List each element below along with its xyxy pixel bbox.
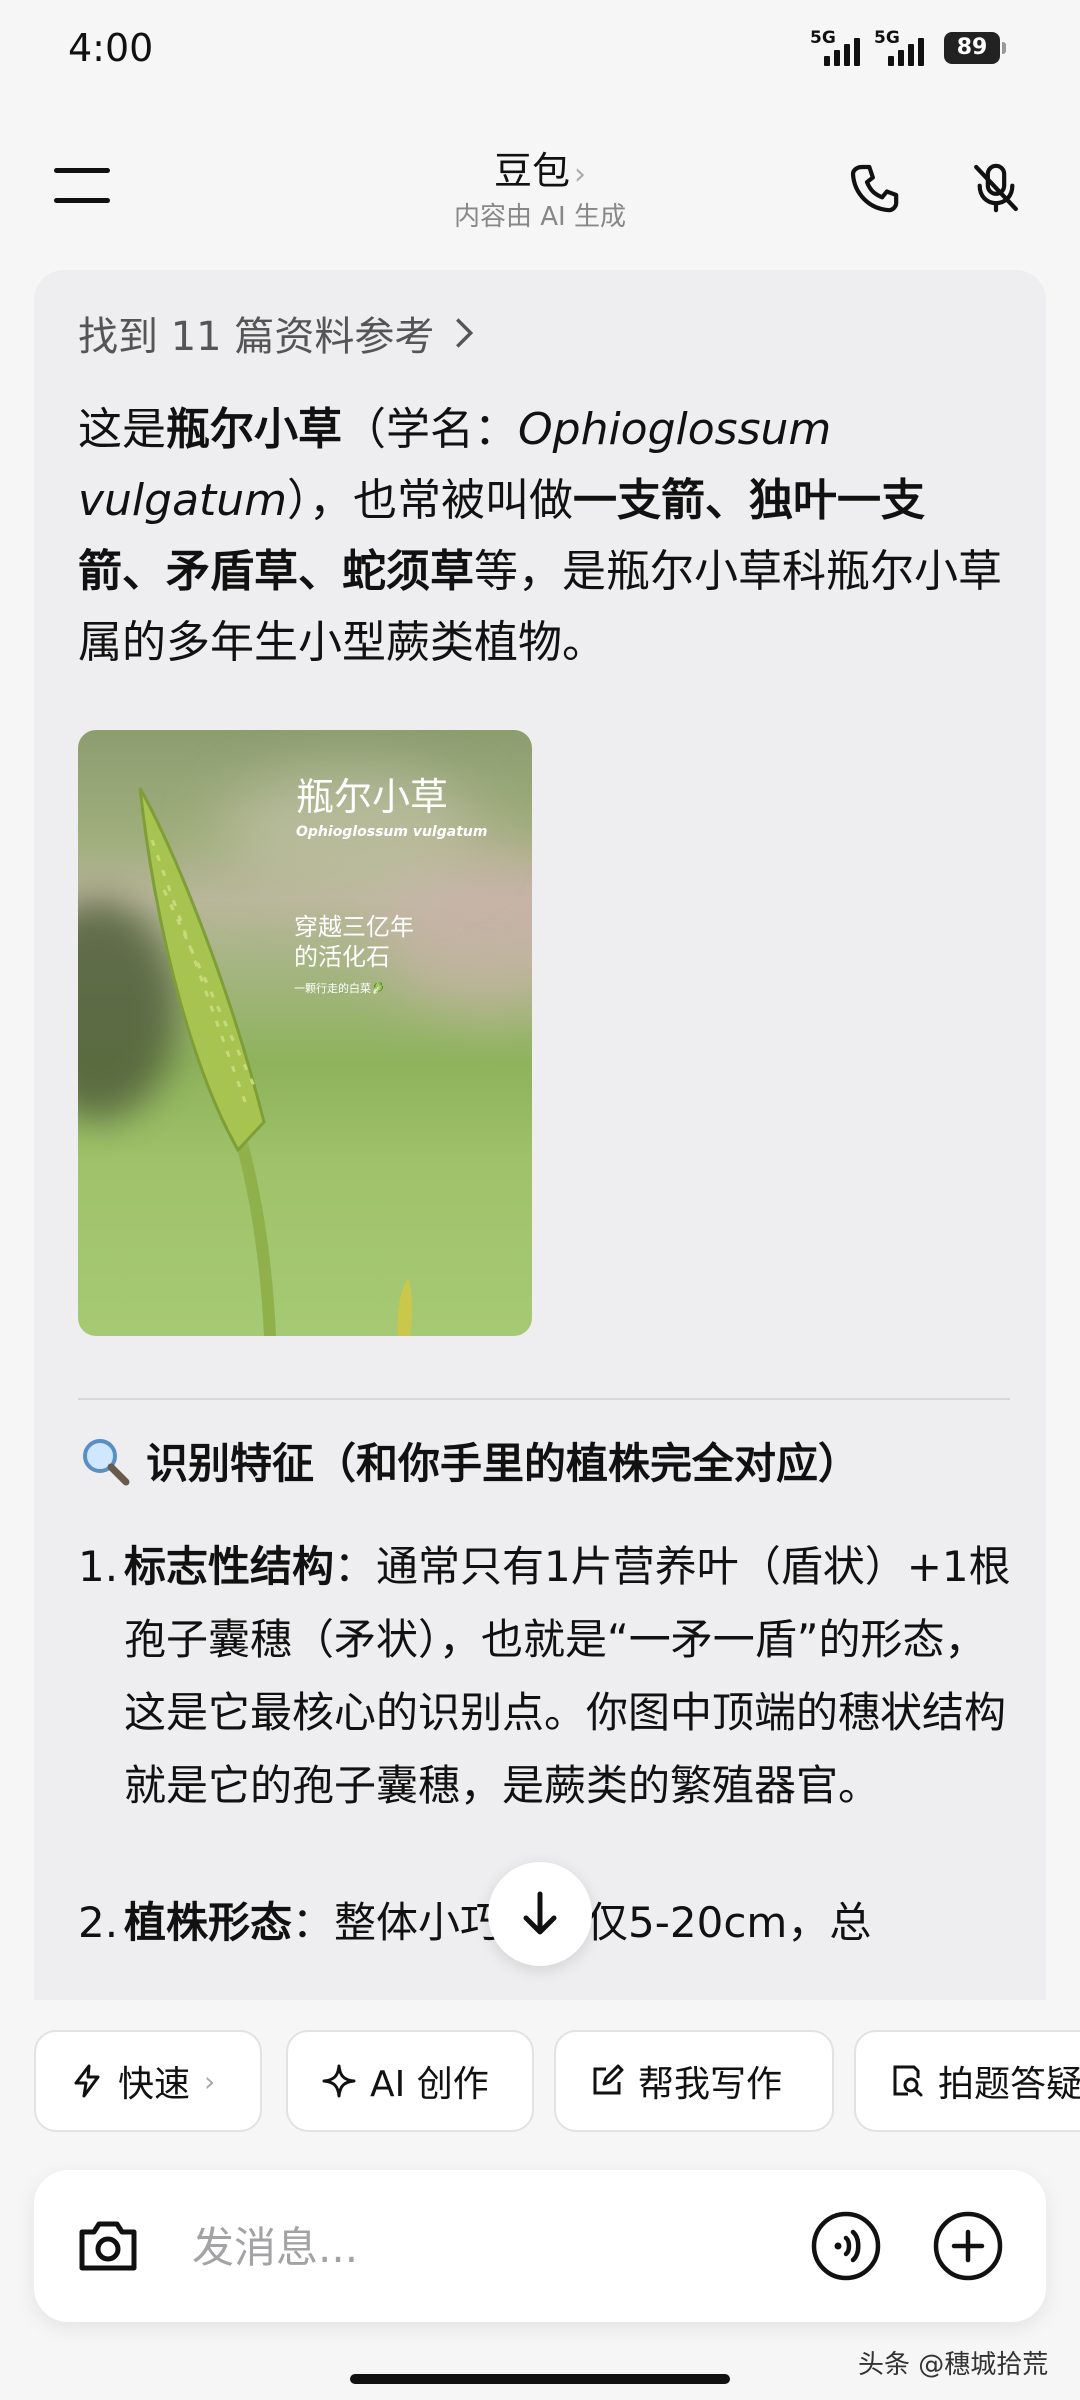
references-link[interactable]: 找到 11 篇资料参考 [78,304,478,362]
photo-latin-name: Ophioglossum vulgatum [296,824,488,840]
slogan-line: 穿越三亿年 [294,913,414,941]
mute-button[interactable] [968,160,1024,216]
ai-message-card: 找到 11 篇资料参考 这是瓶尔小草（学名：Ophioglossum vulga… [34,270,1046,2000]
references-text: 找到 11 篇资料参考 [78,314,435,360]
ai-generated-note: 内容由 AI 生成 [454,202,626,232]
feature-label: 标志性结构 [124,1542,335,1591]
message-input[interactable] [190,2218,714,2276]
photo-title: 瓶尔小草 [296,775,449,819]
chevron-right-icon [456,318,474,348]
phone-call-button[interactable] [846,160,902,216]
section-heading: 识别特征（和你手里的植株完全对应） [78,1430,860,1491]
signal-icon: 5G [810,28,874,70]
slogan-line: 的活化石 [294,943,390,971]
item-number: 2. [78,1898,119,1947]
ai-create-chip[interactable]: AI 创作 [286,2030,534,2132]
feature-label: 植株形态 [124,1898,293,1947]
message-composer [34,2170,1046,2322]
status-bar: 4:00 5G 5G 89 [0,0,1080,100]
battery-icon: 89 [944,32,1006,64]
home-indicator[interactable] [350,2374,730,2384]
chevron-right-icon: › [204,2064,216,2098]
divider [78,1398,1010,1400]
photo-credit: 一颗行走的白菜🥬 [294,982,385,995]
scroll-to-bottom-button[interactable] [488,1862,592,1966]
chip-label: 快速 [118,2064,191,2105]
chip-label: 帮我写作 [638,2064,783,2105]
plant-name: 瓶尔小草 [166,404,342,455]
add-attachment-button[interactable] [932,2210,1004,2282]
camera-icon [79,2221,137,2271]
edit-icon [593,2064,624,2095]
item-number: 1. [78,1542,119,1591]
chip-label: AI 创作 [370,2064,489,2105]
quick-actions: 快速 › AI 创作 帮我写作 拍题答疑 [34,2030,1080,2136]
sparkle-icon [322,2064,356,2098]
document-search-icon [893,2065,923,2097]
camera-button[interactable] [74,2212,142,2280]
plus-icon [933,2211,1003,2281]
answer-intro-paragraph: 这是瓶尔小草（学名：Ophioglossum vulgatum），也常被叫做一支… [78,394,1008,678]
plant-photo[interactable]: 瓶尔小草 Ophioglossum vulgatum 穿越三亿年 的活化石 一颗… [78,730,532,1336]
chip-label: 拍题答疑 [938,2064,1080,2105]
intro-text: ），也常被叫做 [287,475,574,526]
photo-slogan: 穿越三亿年 的活化石 [294,912,494,972]
voice-icon [811,2211,881,2281]
voice-input-button[interactable] [810,2210,882,2282]
signal-icon-2: 5G [874,28,938,70]
chevron-right-icon: › [574,157,586,192]
feature-item: 1. 标志性结构：通常只有1片营养叶（盾状）+1根孢子囊穗（矛状），也就是“一矛… [78,1530,1018,1822]
chat-header: 豆包 › 内容由 AI 生成 [0,120,1080,250]
photo-question-chip[interactable]: 拍题答疑 [854,2030,1080,2132]
fast-mode-chip[interactable]: 快速 › [34,2030,262,2132]
microphone-off-icon [974,163,1018,213]
section-title: 识别特征（和你手里的植株完全对应） [146,1439,861,1488]
status-time: 4:00 [68,26,154,70]
chat-title-text: 豆包 [493,149,570,193]
intro-text: 这是 [78,404,166,455]
arrow-down-icon [523,1891,557,1935]
watermark: 头条 @穗城拾荒 [858,2350,1049,2380]
chat-title[interactable]: 豆包 › [0,140,1080,195]
phone-icon [850,164,899,213]
lightning-icon [74,2064,100,2098]
help-write-chip[interactable]: 帮我写作 [554,2030,834,2132]
intro-text: （学名： [342,404,518,455]
magnifier-icon [83,1438,130,1485]
